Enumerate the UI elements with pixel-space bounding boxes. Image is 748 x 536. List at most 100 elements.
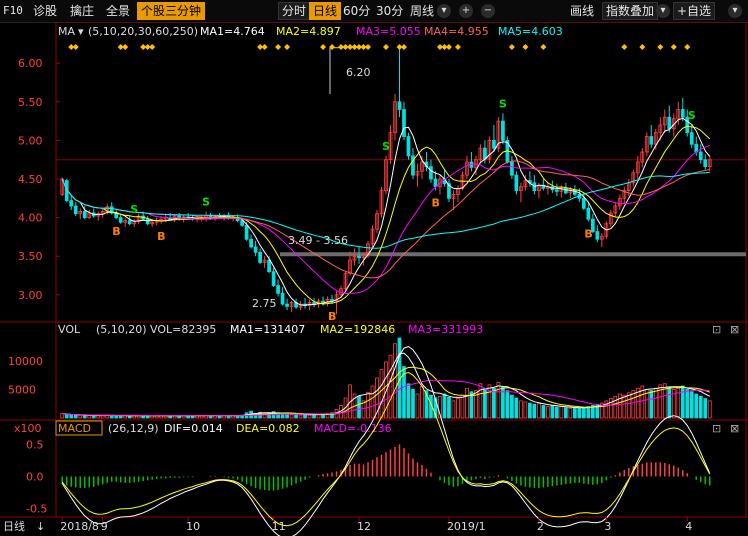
volume-bar xyxy=(366,391,370,419)
event-marker xyxy=(122,44,129,50)
candle-body xyxy=(564,187,568,194)
minus-icon[interactable]: − xyxy=(481,4,495,18)
candle-body xyxy=(510,161,514,176)
macd-axis: 0.5 0.0 -0.5 xyxy=(26,438,47,515)
macd-dif: DIF=0.014 xyxy=(164,422,223,435)
event-marker xyxy=(639,44,646,50)
event-marker xyxy=(72,44,79,50)
candle-body xyxy=(253,246,258,253)
overview-button[interactable]: 全景 xyxy=(106,3,130,19)
volume-bar xyxy=(577,407,582,419)
watchlist-dropdown-icon[interactable]: ▾ xyxy=(728,4,742,18)
volume-bar xyxy=(537,403,541,419)
volume-bar xyxy=(289,414,294,419)
event-marker xyxy=(400,44,407,50)
volume-tick-label: 5000 xyxy=(8,383,36,396)
tab-3min[interactable]: 个股三分钟 xyxy=(137,2,206,20)
date-tick-label: 4 xyxy=(685,520,692,533)
volume-bar xyxy=(118,415,123,419)
buy-signal: B xyxy=(157,230,165,243)
macd-tick-label: 0.0 xyxy=(26,471,44,484)
panel-icons[interactable]: ⊡ ⊠ ⊡ ⊠ xyxy=(712,323,739,435)
f10-button[interactable]: F10 xyxy=(3,3,23,19)
candle-body xyxy=(492,139,496,149)
volume-bars xyxy=(60,337,712,419)
low-label: 2.75 xyxy=(252,297,277,310)
volume-bar xyxy=(528,402,532,419)
volume-bar xyxy=(460,394,465,419)
volume-bar xyxy=(87,415,92,419)
volume-bar xyxy=(60,413,65,419)
volume-axis: 10000 5000 xyxy=(8,355,43,397)
diagnose-button[interactable]: 诊股 xyxy=(33,3,57,19)
vol-ma1: MA1=131407 xyxy=(230,323,305,336)
overlay-dropdown-icon[interactable]: ▾ xyxy=(656,4,670,18)
price-tick-label: 5.50 xyxy=(18,96,43,109)
candle-body xyxy=(501,120,505,141)
candle-body xyxy=(312,302,316,305)
vol-value: VOL=82395 xyxy=(150,323,216,336)
candle-body xyxy=(321,300,325,303)
period-arrow-icon[interactable]: ↓ xyxy=(36,520,45,533)
volume-bar xyxy=(357,395,361,419)
draw-line-button[interactable]: 画线 xyxy=(570,3,594,19)
buy-signal: B xyxy=(431,197,439,210)
volume-bar xyxy=(694,393,699,419)
candle-body xyxy=(406,136,411,157)
vol-ma2: MA2=192846 xyxy=(320,323,395,336)
volume-bar xyxy=(298,414,303,419)
macd-tick-label: 0.5 xyxy=(26,438,44,451)
volume-bar xyxy=(303,414,307,419)
volume-bar xyxy=(465,387,469,419)
macd-dea: DEA=0.082 xyxy=(236,422,300,435)
volume-bar xyxy=(483,389,487,419)
volume-bar xyxy=(82,415,87,419)
volume-bar xyxy=(64,414,69,419)
event-marker xyxy=(508,44,515,50)
volume-bar xyxy=(626,392,631,419)
date-axis: 日线 2018/8 9 10 11 12 2019/1 2 3 4 xyxy=(3,517,692,533)
vol-ma3: MA3=331993 xyxy=(408,323,483,336)
date-tick-label: 9 xyxy=(101,520,108,533)
macd-legend: MACD (26,12,9) DIF=0.014 DEA=0.082 MACD=… xyxy=(55,420,392,436)
plus-icon[interactable]: + xyxy=(459,4,473,18)
volume-bar xyxy=(519,400,523,419)
volume-bar xyxy=(608,398,613,419)
volume-bar xyxy=(685,389,690,419)
tab-weekly[interactable]: 周线 xyxy=(410,3,434,19)
candles xyxy=(60,47,712,315)
high-label: 6.20 xyxy=(346,66,371,79)
ma-legend-name: MA xyxy=(58,25,75,38)
volume-bar xyxy=(653,387,658,419)
tab-intraday[interactable]: 分时 xyxy=(278,2,311,20)
volume-bar xyxy=(532,403,537,419)
candle-body xyxy=(555,189,559,192)
tab-60min[interactable]: 60分 xyxy=(343,3,370,19)
volume-bar xyxy=(649,390,654,419)
volume-bar xyxy=(572,407,577,419)
pullup-button[interactable]: 擒庄 xyxy=(70,3,94,19)
vol-unit-label: x100 xyxy=(14,422,42,435)
candle-body xyxy=(244,224,249,240)
ma5-value: MA5=4.603 xyxy=(498,25,563,38)
candle-body xyxy=(145,218,150,225)
candle-body xyxy=(249,238,253,248)
event-marker xyxy=(320,44,327,50)
date-tick-label: 2 xyxy=(537,520,544,533)
index-overlay-button[interactable]: 指数叠加 xyxy=(602,2,659,20)
dropdown-icon[interactable]: ▾ xyxy=(437,4,451,18)
stock-chart[interactable]: MA ▾ (5,10,20,30,60,250) MA1=4.764 MA2=4… xyxy=(0,22,748,536)
volume-bar xyxy=(680,385,685,419)
tab-30min[interactable]: 30分 xyxy=(376,3,403,19)
event-marker xyxy=(670,44,677,50)
event-marker xyxy=(657,44,664,50)
volume-bar xyxy=(550,405,555,419)
tab-daily[interactable]: 日线 xyxy=(309,2,342,20)
volume-bar xyxy=(613,395,618,419)
volume-bar xyxy=(586,406,591,419)
vol-maximize-icon: ⊡ xyxy=(712,323,721,336)
volume-bar xyxy=(411,389,415,419)
date-tick-label: 11 xyxy=(272,520,286,533)
add-watchlist-button[interactable]: +自选 xyxy=(673,2,716,20)
ma-dropdown-icon: ▾ xyxy=(78,25,84,38)
